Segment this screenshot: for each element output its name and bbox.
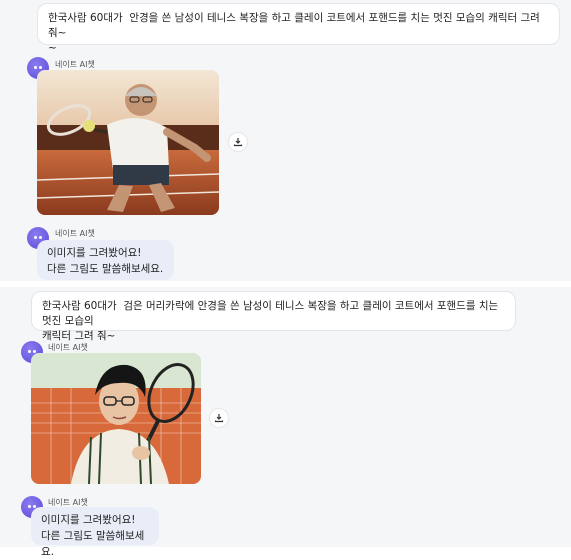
user-message: 한국사람 60대가 안경을 쓴 남성이 테니스 복장을 하고 클레이 코트에서 … xyxy=(37,3,560,54)
tennis-player-illustration xyxy=(31,353,201,484)
generated-image[interactable] xyxy=(31,353,201,484)
reply-line: 다른 그림도 말씀해보세요. xyxy=(41,530,145,558)
bot-name: 네이트 AI챗 xyxy=(55,60,95,69)
tennis-player-illustration xyxy=(37,70,219,215)
reply-line: 이미지를 그려봤어요! xyxy=(47,247,142,259)
bot-name: 네이트 AI챗 xyxy=(55,229,95,238)
bot-reply-message: 이미지를 그려봤어요! 다른 그림도 말씀해보세요. xyxy=(31,507,159,558)
user-message: 한국사람 60대가 검은 머리카락에 안경을 쓴 남성이 테니스 복장을 하고 … xyxy=(31,291,516,342)
generated-image[interactable] xyxy=(37,70,219,215)
download-icon xyxy=(233,138,243,147)
conversation-panel-1: 한국사람 60대가 안경을 쓴 남성이 테니스 복장을 하고 클레이 코트에서 … xyxy=(0,0,571,281)
conversation-panel-2: 한국사람 60대가 검은 머리카락에 안경을 쓴 남성이 테니스 복장을 하고 … xyxy=(0,287,571,558)
download-button[interactable] xyxy=(228,132,248,152)
bot-name: 네이트 AI챗 xyxy=(48,343,88,352)
download-icon xyxy=(214,414,224,423)
reply-line: 이미지를 그려봤어요! xyxy=(41,514,136,526)
reply-line: 다른 그림도 말씀해보세요. xyxy=(47,263,164,275)
download-button[interactable] xyxy=(209,408,229,428)
bot-reply-message: 이미지를 그려봤어요! 다른 그림도 말씀해보세요. xyxy=(37,240,174,280)
